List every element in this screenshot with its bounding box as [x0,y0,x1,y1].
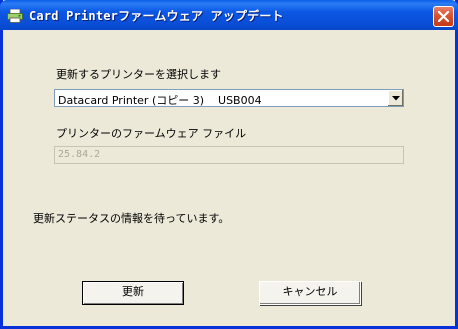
update-dialog: Card Printerファームウェア アップデート 更新するプリンターを選択し… [0,0,458,329]
printer-dropdown-value: Datacard Printer (コピー 3) USB004 [58,94,262,107]
firmware-file-field: 25.84.2 [54,146,404,164]
window-title: Card Printerファームウェア アップデート [29,9,284,23]
dropdown-button[interactable] [387,90,403,106]
printer-dropdown[interactable]: Datacard Printer (コピー 3) USB004 [54,89,404,107]
cancel-button[interactable]: キャンセル [259,281,361,305]
close-icon [438,11,449,22]
firmware-file-value: 25.84.2 [58,149,101,160]
firmware-file-label: プリンターのファームウェア ファイル [56,127,247,140]
status-text: 更新ステータスの情報を待っています。 [33,212,230,225]
printer-icon [7,8,23,23]
title-bar[interactable]: Card Printerファームウェア アップデート [0,0,458,30]
printer-select-label: 更新するプリンターを選択します [56,68,221,81]
chevron-down-icon [392,96,400,101]
close-button[interactable] [433,6,454,27]
update-button[interactable]: 更新 [82,281,184,305]
